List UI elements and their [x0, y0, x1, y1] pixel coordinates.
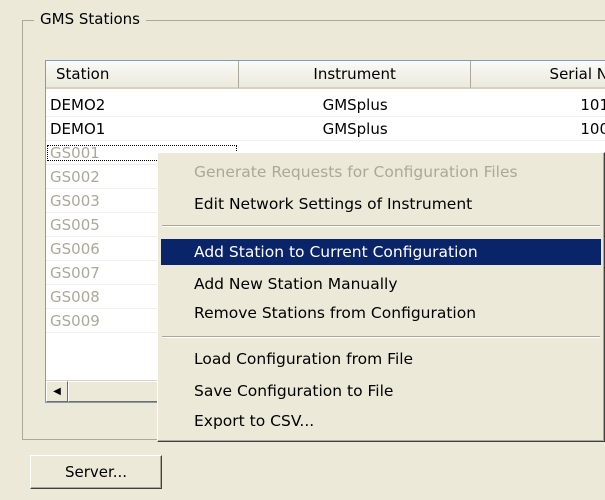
table-row[interactable]: DEMO1 GMSplus 100 [46, 117, 605, 141]
table-row[interactable]: DEMO2 GMSplus 101 [46, 93, 605, 117]
menu-separator [162, 225, 600, 227]
menu-item-edit-network-settings[interactable]: Edit Network Settings of Instrument [161, 191, 601, 217]
column-header-instrument[interactable]: Instrument [239, 61, 471, 89]
menu-separator [162, 336, 600, 338]
menu-item-export-csv[interactable]: Export to CSV... [161, 408, 601, 434]
menu-item-generate-requests[interactable]: Generate Requests for Configuration File… [161, 159, 601, 185]
list-header: Station Instrument Serial N [46, 61, 605, 89]
instrument-cell: GMSplus [322, 119, 388, 138]
groupbox-title: GMS Stations [34, 10, 146, 28]
arrow-left-icon: ◀ [53, 386, 61, 397]
menu-item-add-station[interactable]: Add Station to Current Configuration [161, 239, 601, 265]
menu-item-remove-stations[interactable]: Remove Stations from Configuration [161, 300, 601, 326]
menu-item-load-configuration[interactable]: Load Configuration from File [161, 346, 601, 372]
serial-cell: 100 [580, 119, 605, 138]
menu-item-add-new-station[interactable]: Add New Station Manually [161, 271, 601, 297]
context-menu: Generate Requests for Configuration File… [157, 152, 605, 442]
column-header-station[interactable]: Station [46, 61, 240, 89]
server-button[interactable]: Server... [30, 455, 162, 489]
scroll-thumb[interactable] [68, 381, 163, 402]
station-cell: DEMO1 [50, 119, 106, 138]
serial-cell: 101 [580, 95, 605, 114]
instrument-cell: GMSplus [322, 95, 388, 114]
scroll-left-button[interactable]: ◀ [46, 381, 68, 402]
menu-item-save-configuration[interactable]: Save Configuration to File [161, 378, 601, 404]
station-cell: DEMO2 [50, 95, 106, 114]
column-header-serial[interactable]: Serial N [470, 61, 605, 89]
